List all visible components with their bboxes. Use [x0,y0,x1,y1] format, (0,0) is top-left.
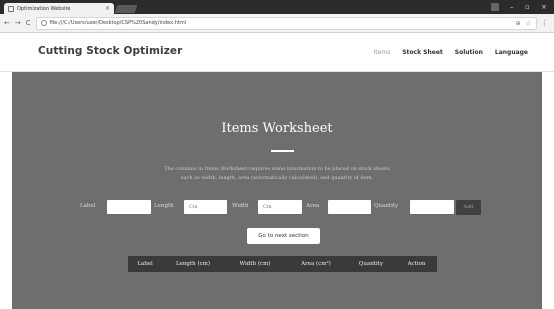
bookmark-star-icon[interactable]: ☆ [526,20,531,27]
label-input[interactable] [107,200,151,214]
browser-menu-icon[interactable]: ⋮ [541,19,548,27]
close-tab-icon[interactable]: × [105,5,110,12]
title-divider [271,150,294,152]
table-header-width: Width (cm) [239,261,271,267]
page-icon [8,5,14,12]
table-header-quantity: Quantity [358,261,384,267]
table-header-label: Label [137,261,153,267]
quantity-field-label: Quantity [374,203,399,209]
address-bar: ← → C file:///C:/Users/user/Desktop/CSP%… [0,14,554,33]
browser-tab-bar: Optimization Website × – ▫ × [0,0,554,14]
page-title: Items Worksheet [221,121,333,136]
minimize-icon[interactable]: – [510,3,514,11]
item-form: Label Length Width Area Quantity Add [12,200,542,215]
nav-links: Items Stock Sheet Solution Language [373,49,528,56]
area-field-label: Area [306,203,320,209]
url-text[interactable]: file:///C:/Users/user/Desktop/CSP%20Sand… [50,20,516,26]
next-section-button[interactable]: Go to next section [247,228,320,244]
nav-link-stock-sheet[interactable]: Stock Sheet [402,49,443,56]
new-tab-button[interactable] [114,5,138,13]
zoom-icon[interactable]: ⊕ [516,20,521,27]
forward-icon[interactable]: → [15,19,21,27]
browser-tab[interactable]: Optimization Website × [4,3,114,14]
maximize-icon[interactable]: ▫ [525,3,530,11]
tab-title: Optimization Website [17,5,71,12]
add-item-button[interactable]: Add [456,200,481,215]
table-header-length: Length (cm) [175,261,211,267]
user-icon[interactable] [491,3,499,11]
url-field[interactable]: file:///C:/Users/user/Desktop/CSP%20Sand… [35,16,537,30]
description-line: The columns in Items Worksheet requires … [164,166,390,172]
table-header-action: Action [407,261,426,267]
area-input[interactable] [328,200,371,214]
items-worksheet-section: Items Worksheet The columns in Items Wor… [12,72,542,309]
info-icon[interactable] [40,20,47,26]
close-window-icon[interactable]: × [541,3,547,11]
nav-link-items[interactable]: Items [373,49,390,56]
length-field-label: Length [154,203,174,209]
site-brand[interactable]: Cutting Stock Optimizer [38,45,182,57]
length-input[interactable] [184,200,227,214]
reload-icon[interactable]: C [26,19,31,27]
description-line: such as width, length, area (automatical… [180,174,374,181]
items-table-header: Label Length (cm) Width (cm) Area (cm²) … [128,256,437,272]
width-field-label: Width [232,203,249,209]
nav-link-language[interactable]: Language [495,49,528,56]
nav-link-solution[interactable]: Solution [455,49,483,56]
width-input[interactable] [258,200,302,214]
label-field-label: Label [80,203,96,209]
table-header-area: Area (cm²) [301,261,331,267]
quantity-input[interactable] [410,200,454,214]
section-description: The columns in Items Worksheet requires … [122,165,432,182]
back-icon[interactable]: ← [4,19,10,27]
site-navbar: Cutting Stock Optimizer Items Stock Shee… [0,34,554,72]
